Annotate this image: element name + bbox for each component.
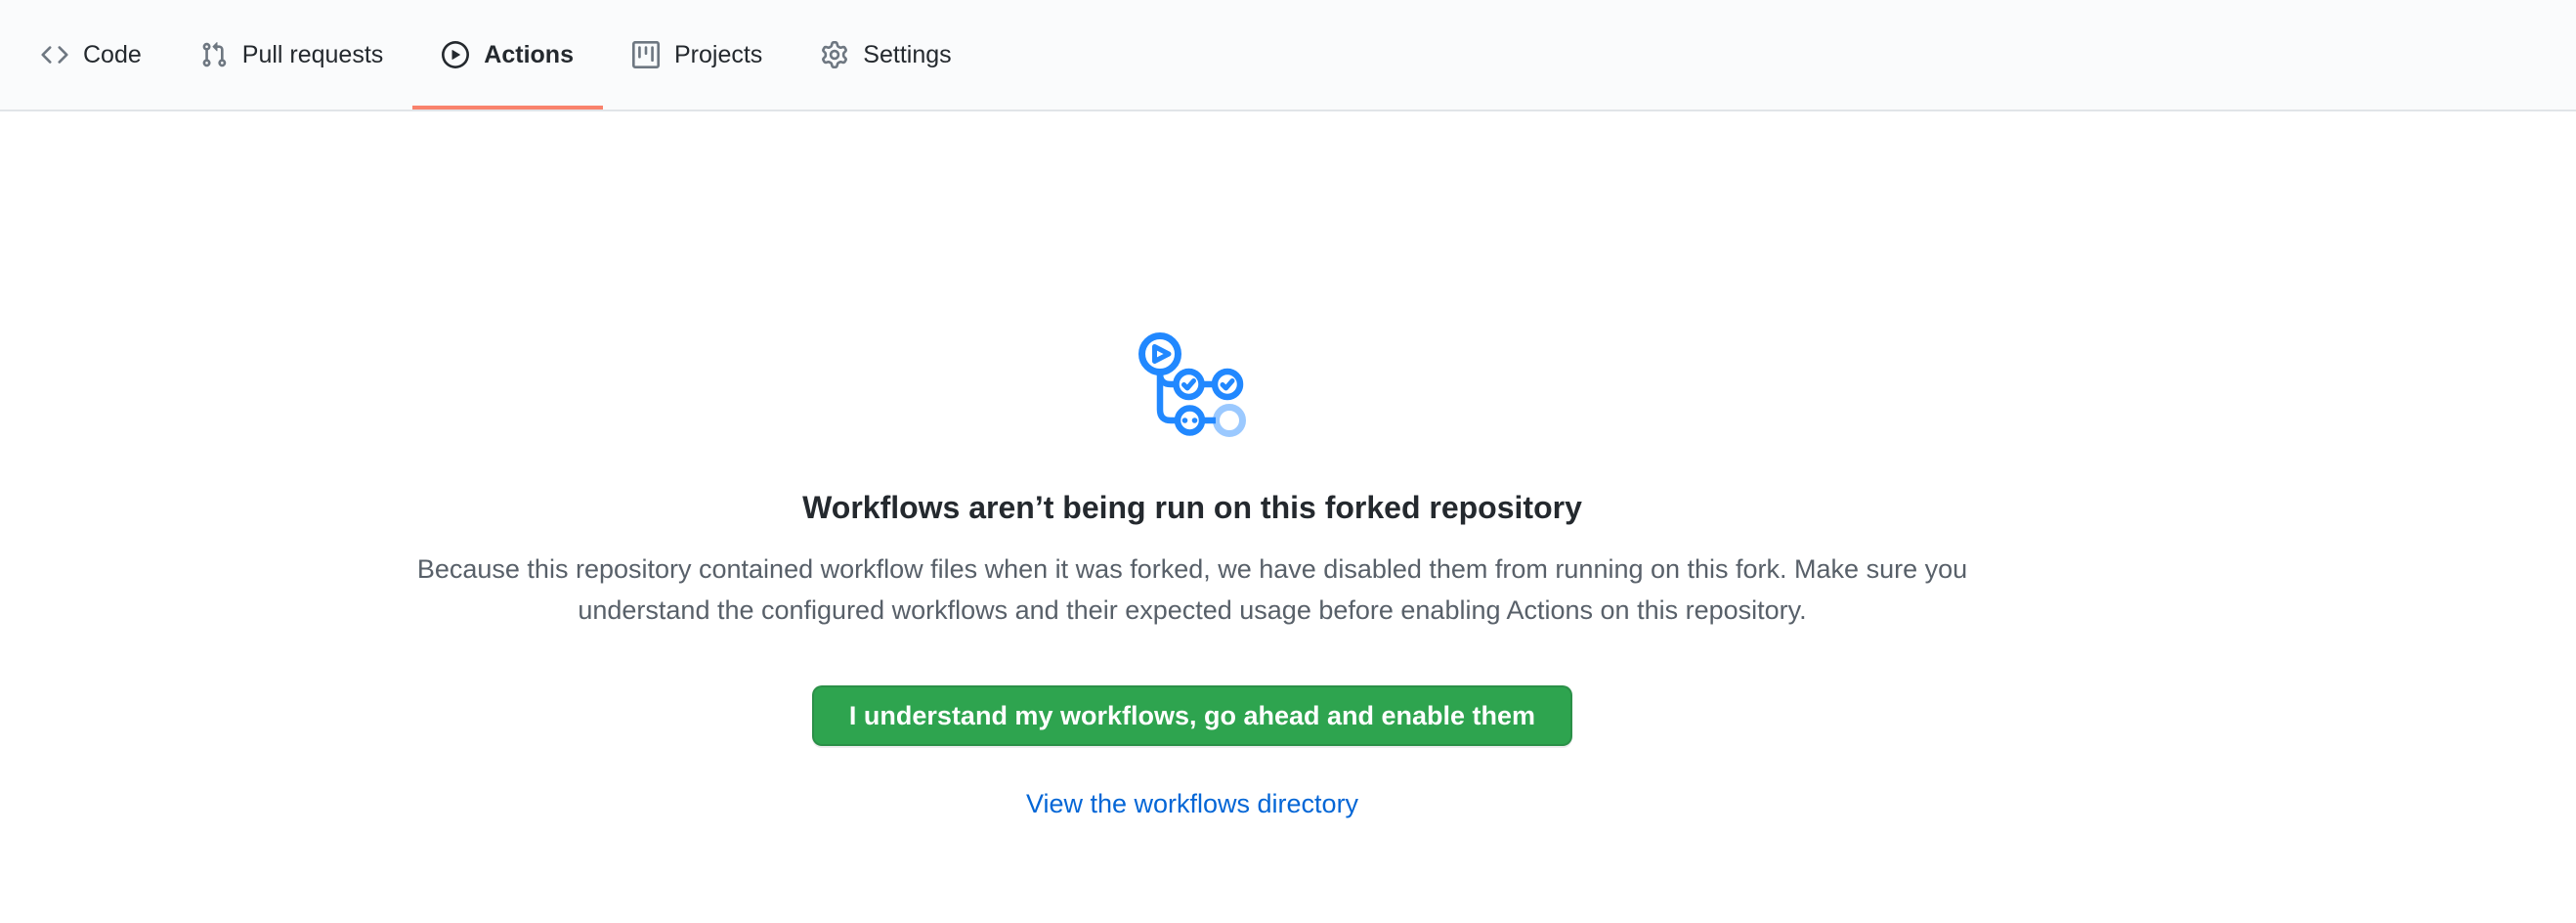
tab-pull-requests[interactable]: Pull requests <box>171 0 413 110</box>
view-workflows-directory-link[interactable]: View the workflows directory <box>1026 789 1358 818</box>
project-icon <box>632 41 660 68</box>
tab-code[interactable]: Code <box>12 0 171 110</box>
code-icon <box>41 41 68 68</box>
tab-settings[interactable]: Settings <box>792 0 980 110</box>
tab-settings-label: Settings <box>863 43 951 67</box>
tab-pull-requests-label: Pull requests <box>242 43 384 67</box>
blankslate-description: Because this repository contained workfl… <box>381 549 2003 631</box>
tab-projects-label: Projects <box>674 43 762 67</box>
git-pull-request-icon <box>200 41 228 68</box>
tab-actions[interactable]: Actions <box>412 0 603 110</box>
enable-workflows-button[interactable]: I understand my workflows, go ahead and … <box>812 685 1572 746</box>
tab-projects[interactable]: Projects <box>603 0 792 110</box>
play-icon <box>442 41 469 68</box>
actions-blankslate: Workflows aren’t being run on this forke… <box>0 111 2384 819</box>
blankslate-heading: Workflows aren’t being run on this forke… <box>0 488 2384 527</box>
tab-code-label: Code <box>83 43 142 67</box>
tab-actions-label: Actions <box>484 43 574 67</box>
workflow-graph-icon <box>1138 332 1246 438</box>
repo-tab-bar: Code Pull requests Actions Projects <box>0 0 2576 111</box>
gear-icon <box>821 41 848 68</box>
